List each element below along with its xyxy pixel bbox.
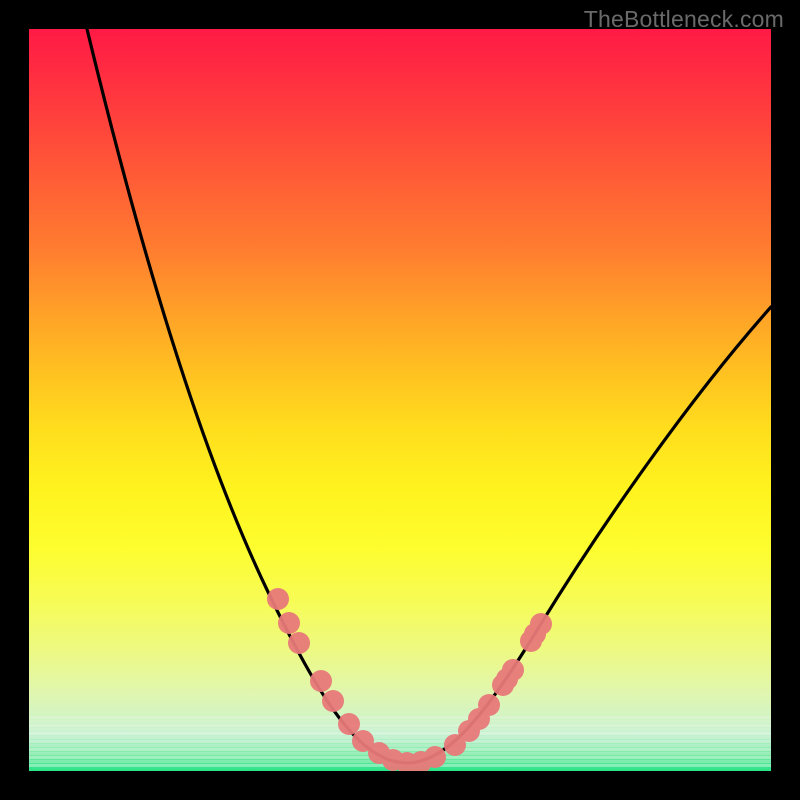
watermark-text: TheBottleneck.com: [584, 6, 784, 33]
plot-area: [29, 29, 771, 771]
bottleneck-curve: [87, 29, 771, 763]
outer-frame: TheBottleneck.com: [0, 0, 800, 800]
marker-group: [267, 588, 552, 771]
chart-svg: [29, 29, 771, 771]
